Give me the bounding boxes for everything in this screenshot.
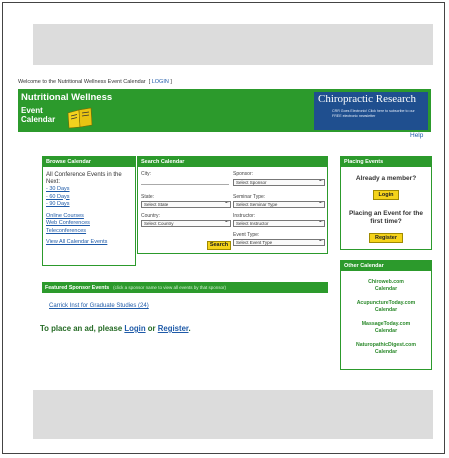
- place-ad-or: or: [147, 324, 156, 333]
- first-time-text: Placing an Event for the first time?: [348, 210, 424, 225]
- chiropractic-research-banner[interactable]: Chiropractic Research CRR Goes Electroni…: [314, 92, 428, 130]
- site-sub: Calendar: [374, 306, 398, 313]
- open-book-icon: [67, 107, 93, 129]
- placing-events-panel: Placing Events Already a member? Login P…: [340, 156, 432, 250]
- featured-note: (click a sponsor name to view all events…: [113, 285, 226, 290]
- top-ad-placeholder: [33, 24, 433, 65]
- country-select[interactable]: Select Country: [141, 220, 231, 227]
- range-60-days-link[interactable]: - 60 Days: [46, 194, 135, 202]
- place-ad-login-link[interactable]: Login: [124, 324, 145, 333]
- browse-intro: All Conference Events in the Next:: [46, 172, 122, 185]
- event-type-label: Event Type:: [233, 232, 260, 238]
- instructor-label: Instructor:: [233, 213, 256, 219]
- place-ad-text: To place an ad, please Login or Register…: [40, 324, 191, 333]
- place-ad-suffix: .: [188, 324, 191, 333]
- browse-calendar-heading: Browse Calendar: [43, 157, 135, 167]
- logo-title[interactable]: Nutritional Wellness: [21, 92, 112, 103]
- view-all-events-link[interactable]: View All Calendar Events: [46, 239, 135, 247]
- sponsor-select[interactable]: Select Sponsor: [233, 179, 325, 186]
- site-name: AcupunctureToday.com: [356, 300, 416, 306]
- chiroweb-calendar-link[interactable]: Chiroweb.com Calendar: [341, 279, 431, 292]
- search-calendar-panel: Search Calendar City: Sponsor: Select Sp…: [137, 156, 328, 254]
- banner-title: Chiropractic Research: [318, 93, 417, 105]
- search-calendar-heading: Search Calendar: [138, 157, 327, 167]
- site-name: NaturopathicDigest.com: [356, 342, 416, 348]
- site-sub: Calendar: [374, 285, 398, 292]
- event-type-select[interactable]: Select Event Type: [233, 239, 325, 246]
- featured-sponsor-heading: Featured Sponsor Events (click a sponsor …: [42, 282, 328, 293]
- bottom-ad-placeholder: [33, 390, 433, 439]
- massage-today-calendar-link[interactable]: MassageToday.com Calendar: [341, 321, 431, 334]
- login-button[interactable]: Login: [372, 190, 400, 200]
- state-label: State:: [141, 194, 155, 200]
- range-90-days-link[interactable]: - 90 Days: [46, 201, 135, 209]
- featured-title: Featured Sponsor Events: [45, 285, 110, 291]
- city-label: City:: [141, 171, 151, 177]
- other-calendar-heading: Other Calendar: [341, 261, 431, 271]
- place-ad-prefix: To place an ad, please: [40, 324, 123, 333]
- welcome-login-link[interactable]: LOGIN: [152, 79, 169, 85]
- site-sub: Calendar: [374, 327, 398, 334]
- seminar-type-select[interactable]: Select Seminar Type: [233, 201, 325, 208]
- online-courses-link[interactable]: Online Courses: [46, 213, 135, 221]
- browse-calendar-panel: Browse Calendar All Conference Events in…: [42, 156, 136, 266]
- instructor-select[interactable]: Select Instructor: [233, 220, 325, 227]
- place-ad-register-link[interactable]: Register: [158, 324, 189, 333]
- web-conferences-link[interactable]: Web Conferences: [46, 220, 135, 228]
- help-link[interactable]: Help: [410, 132, 423, 139]
- welcome-text: Welcome to the Nutritional Wellness Even…: [18, 79, 172, 85]
- site-name: Chiroweb.com: [368, 279, 404, 285]
- site-name: MassageToday.com: [361, 321, 411, 327]
- banner-text: CRR Goes Electronic! Click here to subsc…: [332, 109, 415, 118]
- state-select[interactable]: Select State: [141, 201, 231, 208]
- welcome-message: Welcome to the Nutritional Wellness Even…: [18, 79, 146, 85]
- already-member-text: Already a member?: [355, 175, 417, 182]
- acupuncture-today-calendar-link[interactable]: AcupunctureToday.com Calendar: [341, 300, 431, 313]
- teleconferences-link[interactable]: Teleconferences: [46, 228, 135, 236]
- site-sub: Calendar: [374, 348, 398, 355]
- country-label: Country:: [141, 213, 160, 219]
- range-30-days-link[interactable]: - 30 Days: [46, 186, 135, 194]
- register-button[interactable]: Register: [368, 233, 403, 243]
- seminar-type-label: Seminar Type:: [233, 194, 266, 200]
- sponsor-label: Sponsor:: [233, 171, 254, 177]
- other-calendar-panel: Other Calendar Chiroweb.com Calendar Acu…: [340, 260, 432, 370]
- placing-events-heading: Placing Events: [341, 157, 431, 167]
- logo-subtitle[interactable]: Event Calendar: [21, 106, 61, 124]
- city-input[interactable]: [141, 178, 229, 185]
- search-button[interactable]: Search: [207, 241, 231, 250]
- site-header: Nutritional Wellness Event Calendar Chir…: [18, 89, 431, 132]
- naturopathic-digest-calendar-link[interactable]: NaturopathicDigest.com Calendar: [341, 342, 431, 355]
- sponsor-link-carrick[interactable]: Carrick Inst for Graduate Studies (24): [49, 303, 149, 309]
